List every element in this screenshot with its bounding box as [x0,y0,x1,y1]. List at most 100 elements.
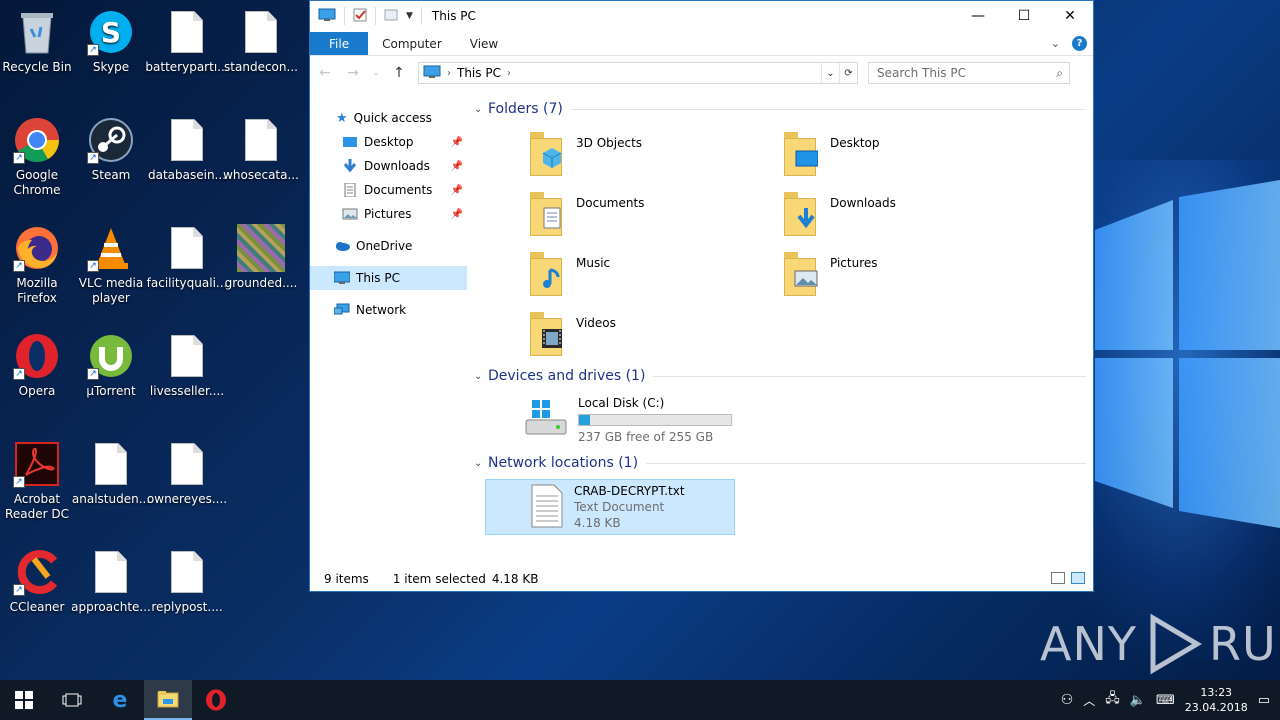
nav-pictures[interactable]: Pictures 📌 [310,202,467,226]
vlc-cone-icon: ↗ [87,224,135,272]
desktop-icon-file[interactable]: standecon... [224,8,298,75]
desktop-icon-image-file[interactable]: grounded.... [224,224,298,291]
back-button[interactable]: ← [316,65,334,81]
drive-name: Local Disk (C:) [578,396,665,410]
taskbar-opera[interactable] [192,680,240,720]
keyboard-icon[interactable]: ⌨ [1156,693,1175,708]
network-icon [333,303,350,317]
help-icon[interactable]: ? [1072,36,1087,51]
show-hidden-icons-chevron-icon[interactable]: ︿ [1083,692,1095,709]
desktop-icon-ccleaner[interactable]: ↗ CCleaner [0,548,74,615]
desktop-icon-opera[interactable]: ↗ Opera [0,332,74,399]
tab-file[interactable]: File [310,32,369,55]
tab-computer[interactable]: Computer [368,32,456,55]
group-header-folders[interactable]: ⌄ Folders (7) [474,98,1086,120]
nav-desktop[interactable]: Desktop 📌 [310,130,467,154]
pin-icon: 📌 [450,160,463,172]
nav-documents[interactable]: Documents 📌 [310,178,467,202]
folder-name: Music [576,256,611,270]
tab-view[interactable]: View [456,32,512,55]
large-icons-view-icon[interactable] [1071,572,1085,584]
nav-label: Network [356,303,407,317]
folder-3d-objects[interactable]: 3D Objects [528,128,758,184]
action-center-icon[interactable]: ▭ [1258,693,1270,708]
clock[interactable]: 13:23 23.04.2018 [1185,685,1248,715]
network-item-crab-decrypt[interactable]: CRAB-DECRYPT.txt Text Document 4.18 KB [485,479,735,535]
breadcrumb-this-pc[interactable]: This PC [457,66,501,80]
folder-music[interactable]: Music [528,248,758,304]
shortcut-arrow-icon: ↗ [13,260,25,272]
document-file-icon [163,332,211,380]
shortcut-arrow-icon: ↗ [87,44,99,56]
desktop-icon-skype[interactable]: S ↗ Skype [74,8,148,75]
network-status-icon[interactable]: 🖧 [1105,689,1120,711]
desktop-icon-file[interactable]: approachte... [71,548,151,615]
desktop-icon-file[interactable]: ownereyes.... [147,440,227,507]
group-header-devices[interactable]: ⌄ Devices and drives (1) [474,365,1086,387]
desktop-icon-google-chrome[interactable]: ↗ Google Chrome [0,116,74,198]
customize-toolbar-chevron-icon[interactable]: ▼ [406,11,413,21]
desktop-icon-file[interactable]: livesseller.... [150,332,224,399]
nav-this-pc[interactable]: This PC [310,266,467,290]
desktop-icon-file[interactable]: facilityquali... [147,224,227,291]
acrobat-icon: ↗ [13,440,61,488]
folder-downloads[interactable]: Downloads [782,188,1012,244]
maximize-button[interactable]: ☐ [1001,1,1047,31]
search-input[interactable]: Search This PC ⌕ [868,62,1070,84]
nav-downloads[interactable]: Downloads 📌 [310,154,467,178]
desktop-icon-acrobat-reader[interactable]: ↗ Acrobat Reader DC [0,440,74,522]
expand-ribbon-chevron-icon[interactable]: ⌄ [1051,37,1060,50]
taskbar-file-explorer[interactable] [144,680,192,720]
desktop-icon-file[interactable]: batterypartı... [145,8,229,75]
forward-button[interactable]: → [344,65,362,81]
minimize-button[interactable]: — [955,1,1001,31]
nav-onedrive[interactable]: OneDrive [310,234,467,258]
close-button[interactable]: ✕ [1047,1,1093,31]
details-view-icon[interactable] [1051,572,1065,584]
desktop-icon-steam[interactable]: ↗ Steam [74,116,148,183]
nav-quick-access[interactable]: ★ Quick access [310,106,467,130]
refresh-icon[interactable]: ⟳ [839,63,857,83]
task-view-button[interactable] [48,680,96,720]
up-button[interactable]: ↑ [390,65,408,81]
desktop-icon-vlc[interactable]: ↗ VLC media player [74,224,148,306]
desktop-icon-mozilla-firefox[interactable]: ↗ Mozilla Firefox [0,224,74,306]
address-bar[interactable]: › This PC › ⌄ ⟳ [418,62,858,84]
start-button[interactable] [0,680,48,720]
people-icon[interactable]: ⚇ [1061,692,1074,708]
desktop-icon-file[interactable]: replypost.... [150,548,224,615]
document-file-icon [237,116,285,164]
folder-documents[interactable]: Documents [528,188,758,244]
new-folder-icon[interactable] [384,8,398,25]
nav-label: Pictures [364,207,412,221]
breadcrumb-chevron-icon[interactable]: › [507,68,511,79]
utorrent-icon: ↗ [87,332,135,380]
text-document-icon [530,484,564,528]
folder-desktop[interactable]: Desktop [782,128,1012,184]
desktop-icon-file[interactable]: analstuden... [71,440,151,507]
drive-usage-fill [579,415,590,425]
folder-pictures[interactable]: Pictures [782,248,1012,304]
recent-locations-chevron-icon[interactable]: ⌄ [372,68,380,78]
drive-local-disk-c[interactable]: Local Disk (C:) 237 GB free of 255 GB [524,396,824,446]
taskbar-edge[interactable]: e [96,680,144,720]
collapse-chevron-icon: ⌄ [474,457,483,469]
properties-icon[interactable] [353,8,367,25]
group-header-network[interactable]: ⌄ Network locations (1) [474,452,1086,474]
desktop-icon-file[interactable]: whosecata... [223,116,299,183]
desktop-icon-label: livesseller.... [149,384,225,398]
edge-icon: e [112,687,128,713]
address-dropdown-icon[interactable]: ⌄ [821,63,839,83]
breadcrumb-chevron-icon[interactable]: › [447,68,451,79]
folder-videos[interactable]: Videos [528,308,758,364]
this-pc-icon [318,8,336,25]
desktop-icon-utorrent[interactable]: ↗ µTorrent [74,332,148,399]
document-file-icon [237,8,285,56]
nav-network[interactable]: Network [310,298,467,322]
shortcut-arrow-icon: ↗ [13,152,25,164]
desktop-icon-label: whosecata... [223,168,299,182]
volume-icon[interactable]: 🔈 [1130,693,1146,708]
desktop-icon-recycle-bin[interactable]: Recycle Bin [0,8,74,75]
desktop-icon-file[interactable]: databasein... [148,116,226,183]
desktop-icon-label: analstuden... [71,492,151,506]
